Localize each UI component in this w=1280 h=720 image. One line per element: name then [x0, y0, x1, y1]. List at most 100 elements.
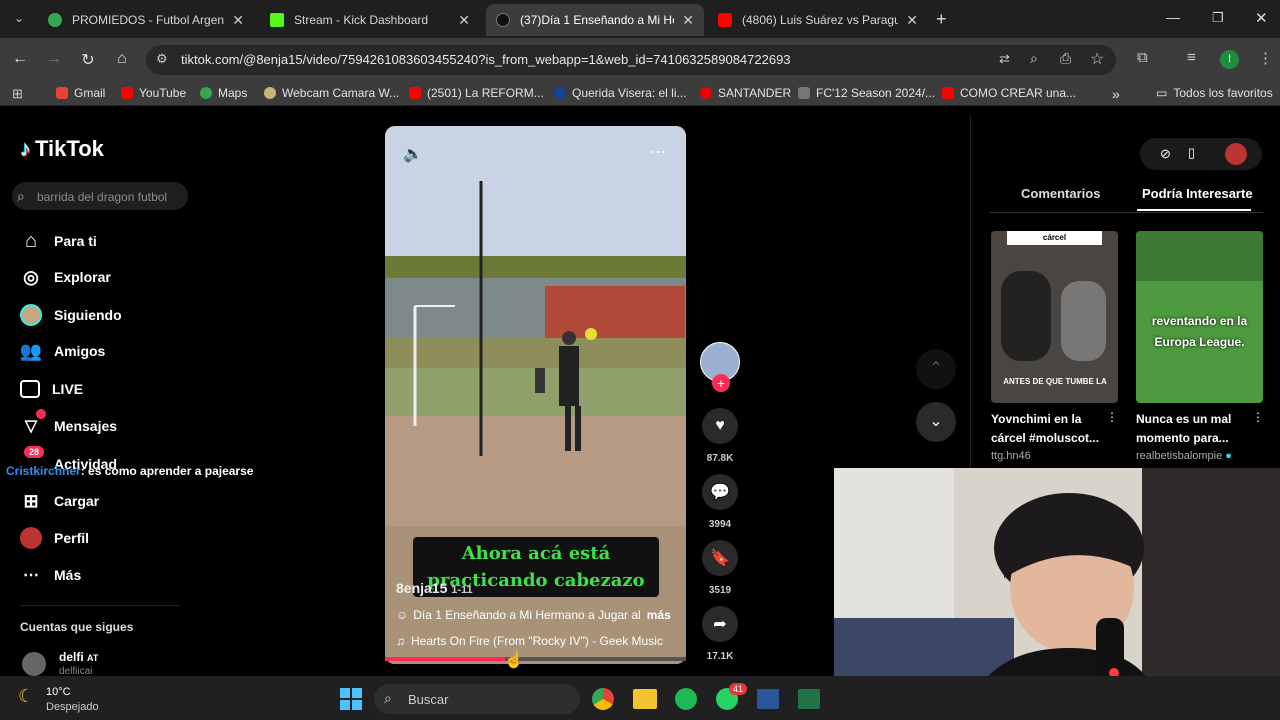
nav-mensajes[interactable]: ▽ Mensajes: [20, 409, 117, 438]
comment-count: 3994: [708, 519, 732, 530]
comment-button[interactable]: 💬: [702, 474, 738, 510]
home-icon[interactable]: ⌂: [112, 50, 132, 68]
excel-icon[interactable]: [798, 689, 820, 709]
translate-icon[interactable]: ⇄: [999, 51, 1010, 67]
all-bookmarks-folder[interactable]: ▭ Todos los favoritos: [1156, 86, 1273, 100]
video-options-icon[interactable]: ⋯: [650, 142, 666, 162]
next-video-button[interactable]: ⌄: [916, 402, 956, 442]
soccer-ball-icon: [48, 13, 62, 27]
bookmark-fc12[interactable]: FC'12 Season 2024/...: [798, 86, 935, 100]
recommendation-author[interactable]: ttg.hn46: [991, 450, 1031, 462]
video-description: ☺ Día 1 Enseñando a Mi Hermano a Jugar a…: [396, 608, 671, 622]
recommendation-thumbnail[interactable]: cárcel ANTES DE QUE TUMBE LA: [991, 231, 1118, 403]
extensions-icon[interactable]: ⧉: [1137, 49, 1148, 66]
bookmark-crear[interactable]: COMO CREAR una...: [942, 86, 1076, 100]
browser-tab-kick[interactable]: Stream - Kick Dashboard ✕: [260, 4, 480, 36]
nav-siguiendo[interactable]: Siguiendo: [20, 303, 122, 327]
following-account[interactable]: delfi AT: [59, 650, 98, 664]
folder-icon: ▭: [1156, 86, 1168, 100]
more-icon: ⋯: [23, 567, 39, 584]
save-button[interactable]: 🔖: [702, 540, 738, 576]
follow-button[interactable]: +: [712, 374, 730, 392]
url-text[interactable]: tiktok.com/@8enja15/video/75942610836034…: [181, 52, 791, 67]
windows-start-icon[interactable]: [340, 688, 362, 710]
word-icon[interactable]: [757, 689, 779, 709]
window-close-icon[interactable]: ✕: [1255, 9, 1268, 27]
person-figure: [1001, 271, 1051, 361]
bookmark-visera[interactable]: Querida Visera: el li...: [554, 86, 687, 100]
media-icon[interactable]: ≡: [1187, 49, 1196, 66]
santander-icon: [700, 87, 712, 99]
browser-tab-tiktok[interactable]: (37)Día 1 Enseñando a Mi Herm ✕: [486, 4, 704, 36]
close-icon[interactable]: ✕: [232, 12, 244, 29]
recommendation-thumbnail[interactable]: reventando en la Europa League.: [1136, 231, 1263, 403]
like-button[interactable]: ♥: [702, 408, 738, 444]
bookmark-star-icon[interactable]: ☆: [1090, 49, 1104, 69]
taskbar-search[interactable]: [374, 684, 580, 714]
nav-amigos[interactable]: 👥 Amigos: [20, 339, 106, 363]
chat-username: Cristkirchner: [6, 464, 81, 478]
new-tab-button[interactable]: +: [936, 9, 947, 30]
share-button[interactable]: ➦: [702, 606, 738, 642]
minimize-icon[interactable]: —: [1166, 9, 1180, 25]
active-tab-indicator: [1137, 209, 1251, 211]
volume-icon[interactable]: 🔈: [403, 144, 423, 164]
recommendation-options-icon[interactable]: ⋮: [1252, 410, 1264, 424]
compass-icon[interactable]: ⊘: [1160, 146, 1171, 162]
avatar[interactable]: [22, 652, 46, 676]
tiktok-logo[interactable]: ♪ TikTok: [20, 136, 104, 162]
close-icon[interactable]: ✕: [906, 12, 918, 29]
install-icon[interactable]: ⎙: [1060, 50, 1071, 67]
video-author[interactable]: 8enja15 1-11: [396, 580, 473, 596]
site-info-icon[interactable]: ⚙: [156, 51, 168, 67]
bookmark-santander[interactable]: SANTANDER: [700, 86, 791, 100]
nav-mas[interactable]: ⋯ Más: [20, 563, 81, 587]
restore-icon[interactable]: ❐: [1212, 10, 1224, 26]
bookmark-youtube[interactable]: YouTube: [121, 86, 186, 100]
browser-tab-youtube[interactable]: (4806) Luis Suárez vs Paraguay ✕: [708, 4, 928, 36]
avatar[interactable]: [1225, 143, 1247, 165]
device-icon[interactable]: ▯: [1188, 145, 1195, 161]
tab-comentarios[interactable]: Comentarios: [1021, 186, 1100, 201]
nav-perfil[interactable]: Perfil: [20, 526, 89, 550]
nav-live[interactable]: LIVE: [20, 377, 83, 401]
previous-video-button[interactable]: ⌃: [916, 349, 956, 389]
weather-widget[interactable]: 10°C Despejado: [46, 685, 99, 715]
video-progress-track[interactable]: [385, 657, 686, 661]
more-link[interactable]: más: [647, 608, 671, 622]
bookmark-webcam[interactable]: Webcam Camara W...: [264, 86, 399, 100]
profile-icon: [20, 527, 42, 549]
tab-podria-interesarte[interactable]: Podría Interesarte: [1142, 186, 1253, 201]
recommendation-title[interactable]: Nunca es un mal momento para...: [1136, 410, 1231, 448]
nav-cargar[interactable]: ⊞ Cargar: [20, 489, 99, 513]
recommendation-options-icon[interactable]: ⋮: [1106, 410, 1118, 424]
tab-search-icon[interactable]: ⌄: [14, 11, 24, 25]
forward-icon[interactable]: →: [44, 50, 64, 68]
browser-tab-promiedos[interactable]: PROMIEDOS - Futbol Argentino ✕: [38, 4, 254, 36]
youtube-icon: [942, 87, 954, 99]
chevron-down-icon: ⌄: [929, 413, 943, 430]
bookmark-gmail[interactable]: Gmail: [56, 86, 105, 100]
recommendation-title[interactable]: Yovnchimi en la cárcel #moluscot...: [991, 410, 1099, 448]
close-icon[interactable]: ✕: [682, 12, 694, 29]
browser-menu-icon[interactable]: ⋮: [1258, 49, 1273, 67]
profile-avatar[interactable]: I: [1220, 50, 1239, 69]
weather-icon[interactable]: ☾: [18, 686, 34, 707]
bookmark-reform[interactable]: (2501) La REFORM...: [409, 86, 544, 100]
file-explorer-icon[interactable]: [633, 689, 657, 709]
apps-icon[interactable]: ⊞: [12, 86, 23, 102]
bookmarks-overflow-button[interactable]: »: [1112, 86, 1120, 102]
reload-icon[interactable]: ↻: [78, 50, 98, 70]
zoom-icon[interactable]: ⌕: [1030, 50, 1038, 67]
spotify-icon[interactable]: [675, 688, 697, 710]
back-icon[interactable]: ←: [10, 50, 30, 68]
nav-para-ti[interactable]: ⌂ Para ti: [20, 229, 97, 253]
bookmark-maps[interactable]: Maps: [200, 86, 247, 100]
nav-explorar[interactable]: ◎ Explorar: [20, 265, 111, 289]
chrome-icon[interactable]: [592, 688, 614, 710]
save-count: 3519: [708, 585, 732, 596]
recommendation-author[interactable]: realbetisbalompie ●: [1136, 450, 1232, 462]
youtube-icon: [121, 87, 133, 99]
close-icon[interactable]: ✕: [458, 12, 470, 29]
video-music[interactable]: ♫ Hearts On Fire (From "Rocky IV") - Geek…: [396, 634, 663, 648]
